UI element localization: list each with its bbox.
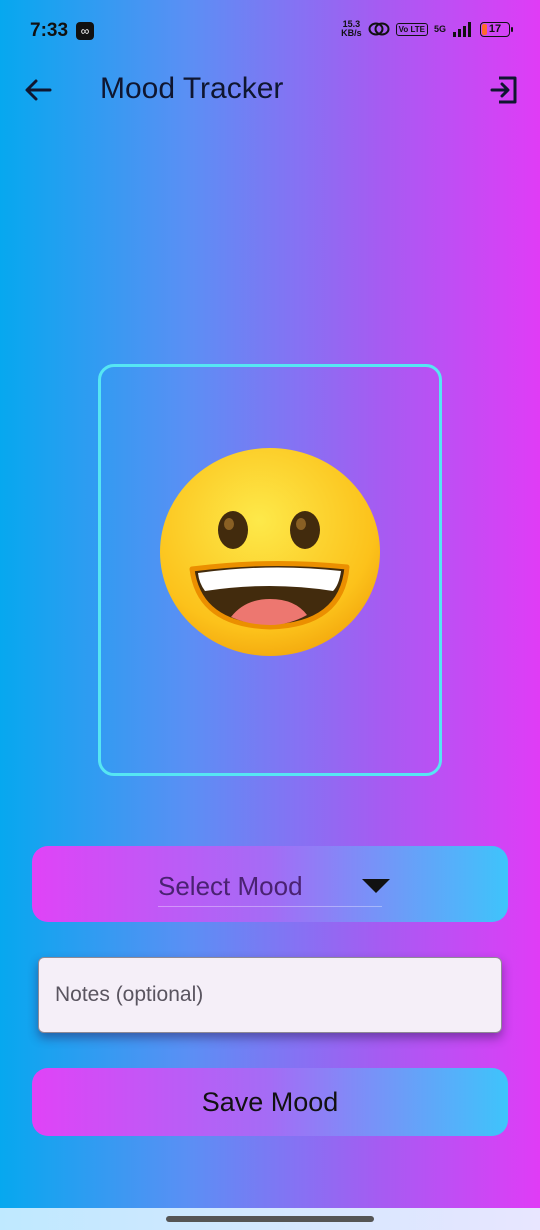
grinning-face-icon xyxy=(160,448,380,656)
arrow-left-icon xyxy=(25,79,52,101)
home-indicator[interactable] xyxy=(166,1216,374,1222)
caret-down-icon xyxy=(362,879,390,893)
logout-button[interactable] xyxy=(484,70,524,110)
notes-input[interactable] xyxy=(38,957,502,1033)
app-bar: Mood Tracker xyxy=(0,62,540,118)
mood-select-field[interactable]: Select Mood xyxy=(158,866,390,907)
battery-icon: 17 xyxy=(480,21,513,37)
logout-icon xyxy=(490,76,517,104)
volte-badge: Vo LTE xyxy=(395,22,428,36)
mood-select-label: Select Mood xyxy=(158,870,303,901)
status-icons: 15.3 KB/s Vo LTE 5G 17 xyxy=(341,20,513,38)
back-button[interactable] xyxy=(18,70,58,110)
net-speed: 15.3 KB/s xyxy=(341,20,362,38)
status-bar: 7:33 ∞ 15.3 KB/s Vo LTE 5G 17 xyxy=(0,0,540,62)
status-time: 7:33 xyxy=(30,20,69,41)
battery-level: 17 xyxy=(488,23,502,35)
network-type: 5G xyxy=(433,24,446,34)
save-mood-button[interactable]: Save Mood xyxy=(32,1068,508,1136)
page-title: Mood Tracker xyxy=(100,72,284,105)
gesture-nav-bar xyxy=(0,1208,540,1230)
mood-emoji-frame xyxy=(98,364,442,776)
signal-icon xyxy=(453,22,471,37)
net-speed-unit: KB/s xyxy=(341,28,362,38)
mood-select-dropdown[interactable]: Select Mood xyxy=(32,846,508,922)
link-icon: ∞ xyxy=(76,22,94,40)
hotspot-icon xyxy=(368,22,390,36)
